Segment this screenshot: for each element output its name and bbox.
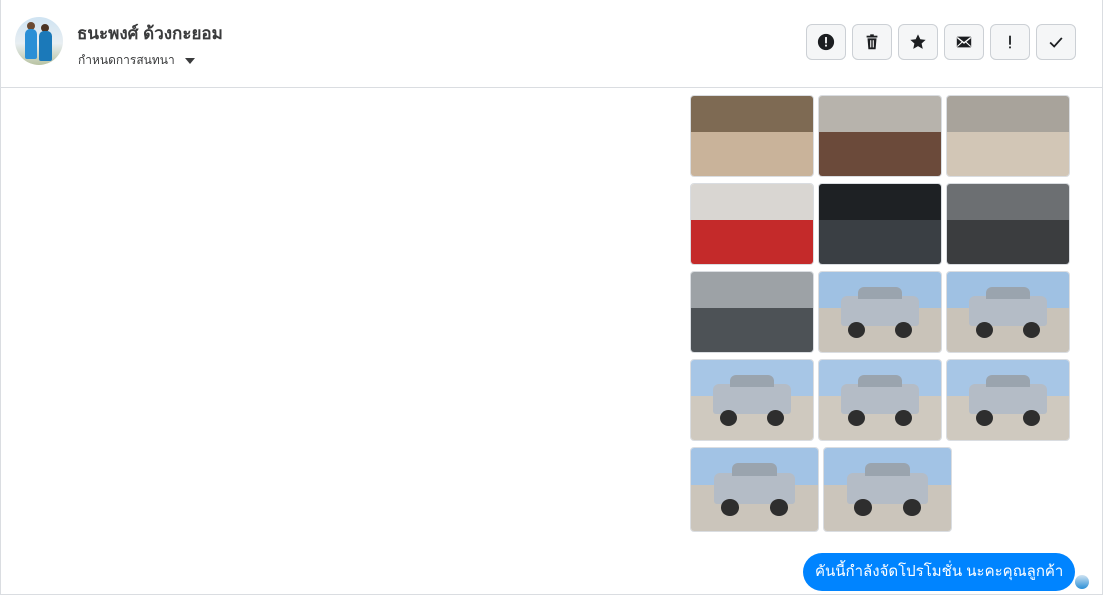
alert-circle-icon xyxy=(817,33,835,51)
conversation-menu[interactable]: กำหนดการสนทนา xyxy=(78,51,195,70)
photo-grid xyxy=(690,95,1070,441)
photo-gauge-cluster[interactable] xyxy=(818,183,942,265)
photo-truck-front[interactable] xyxy=(690,447,819,532)
photo-wheel[interactable] xyxy=(946,183,1070,265)
envelope-icon xyxy=(956,36,972,48)
photo-truck-rear[interactable] xyxy=(946,271,1070,353)
check-icon xyxy=(1049,37,1063,48)
done-button[interactable] xyxy=(1036,24,1076,60)
message-bubble[interactable]: คันนี้กำลังจัดโปรโมชั่น นะคะคุณลูกค้า xyxy=(803,553,1076,591)
conversation-menu-label: กำหนดการสนทนา xyxy=(78,53,175,67)
star-icon xyxy=(910,34,926,49)
caret-down-icon xyxy=(184,57,195,64)
photo-dashboard-steering[interactable] xyxy=(818,95,942,177)
mail-button[interactable] xyxy=(944,24,984,60)
exclamation-icon xyxy=(1009,35,1011,49)
message-row: คันนี้กำลังจัดโปรโมชั่น นะคะคุณลูกค้า xyxy=(803,553,1076,591)
photo-truck-front-quarter[interactable] xyxy=(823,447,952,532)
star-button[interactable] xyxy=(898,24,938,60)
photo-truck-side[interactable] xyxy=(690,359,814,441)
important-button[interactable] xyxy=(990,24,1030,60)
seen-avatar xyxy=(1075,575,1089,589)
delete-button[interactable] xyxy=(852,24,892,60)
photo-front-seats[interactable] xyxy=(946,95,1070,177)
photo-truck-rear-quarter[interactable] xyxy=(946,359,1070,441)
photo-red-black-seat[interactable] xyxy=(690,183,814,265)
header-actions xyxy=(806,24,1076,60)
photo-engine-bay[interactable] xyxy=(690,271,814,353)
trash-icon xyxy=(866,34,878,50)
photo-door-interior[interactable] xyxy=(690,95,814,177)
conversation-header: ธนะพงศ์ ด้วงกะยอม กำหนดการสนทนา xyxy=(1,0,1102,88)
contact-name[interactable]: ธนะพงศ์ ด้วงกะยอม xyxy=(77,20,223,47)
photo-truck-front-angle[interactable] xyxy=(818,271,942,353)
contact-avatar[interactable] xyxy=(15,17,63,65)
photo-grid-bottom xyxy=(690,447,952,532)
report-button[interactable] xyxy=(806,24,846,60)
photo-truck-rear-angle[interactable] xyxy=(818,359,942,441)
